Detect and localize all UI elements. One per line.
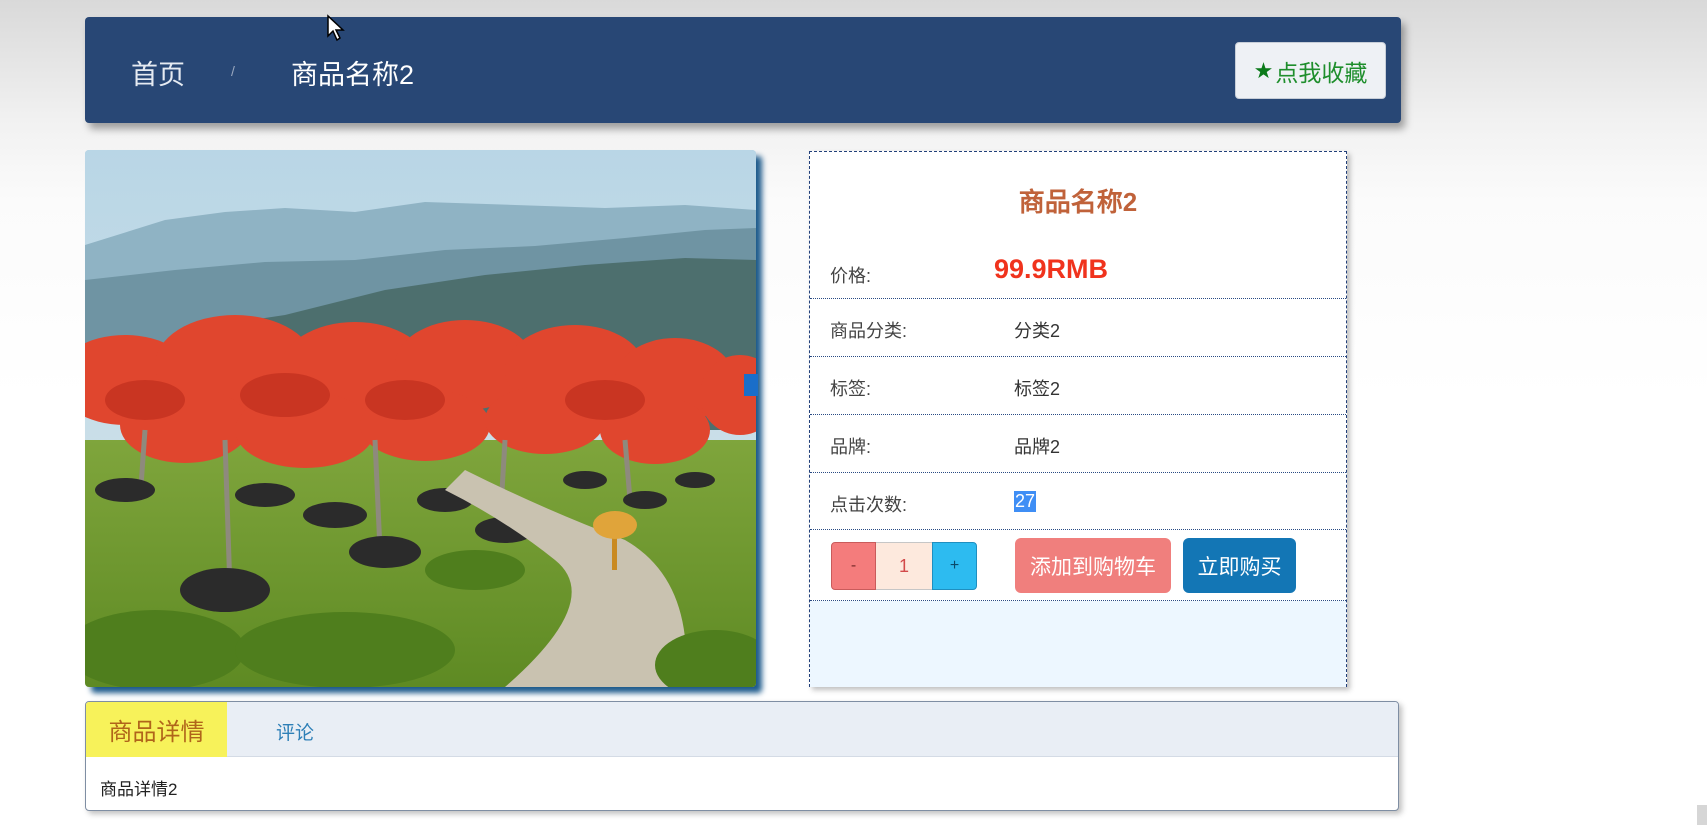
clicks-value: 27 <box>1014 491 1037 512</box>
quantity-increment-button[interactable]: + <box>932 542 977 590</box>
purchase-actions: - + 添加到购物车 立即购买 <box>810 529 1346 601</box>
clicks-row: 点击次数: 27 <box>810 472 1346 530</box>
landscape-photo <box>85 150 756 687</box>
favorite-button[interactable]: ★ 点我收藏 <box>1235 42 1386 99</box>
star-icon: ★ <box>1253 57 1274 83</box>
category-row: 商品分类: 分类2 <box>810 298 1346 356</box>
tab-details[interactable]: 商品详情 <box>86 702 227 757</box>
tag-row: 标签: 标签2 <box>810 356 1346 414</box>
product-image <box>85 150 756 687</box>
favorite-button-label: 点我收藏 <box>1275 59 1368 86</box>
breadcrumb-current: 商品名称2 <box>291 60 415 90</box>
details-content: 商品详情2 <box>100 780 178 799</box>
brand-row: 品牌: 品牌2 <box>810 414 1346 472</box>
category-value: 分类2 <box>1014 321 1061 341</box>
category-label: 商品分类: <box>830 321 908 341</box>
buy-now-button[interactable]: 立即购买 <box>1183 538 1296 593</box>
clicks-label: 点击次数: <box>830 495 908 515</box>
breadcrumb-home-link[interactable]: 首页 <box>131 53 185 92</box>
image-edge-marker <box>744 374 758 396</box>
product-tabs: 商品详情 评论 商品详情2 <box>85 701 1399 811</box>
tag-value: 标签2 <box>1014 379 1061 399</box>
breadcrumb-separator: / <box>231 63 235 79</box>
scrollbar[interactable] <box>1697 805 1707 825</box>
price-label: 价格: <box>830 266 872 286</box>
brand-label: 品牌: <box>830 437 872 457</box>
price-value: 99.9RMB <box>994 254 1109 284</box>
product-title: 商品名称2 <box>1018 187 1138 217</box>
product-info-panel: 商品名称2 价格: 99.9RMB 商品分类: 分类2 标签: 标签2 品牌: … <box>809 151 1347 687</box>
mouse-cursor-icon <box>327 14 345 42</box>
info-panel-footer <box>810 601 1346 687</box>
tag-label: 标签: <box>830 379 872 399</box>
add-to-cart-button[interactable]: 添加到购物车 <box>1015 538 1171 593</box>
price-row: 价格: 99.9RMB <box>810 242 1346 298</box>
quantity-decrement-button[interactable]: - <box>831 542 876 590</box>
header-bar: 首页 / 商品名称2 ★ 点我收藏 <box>85 17 1401 123</box>
tab-comments[interactable]: 评论 <box>276 718 314 745</box>
brand-value: 品牌2 <box>1014 437 1061 457</box>
quantity-input[interactable] <box>876 542 932 590</box>
tabs-header: 商品详情 评论 <box>86 702 1398 757</box>
